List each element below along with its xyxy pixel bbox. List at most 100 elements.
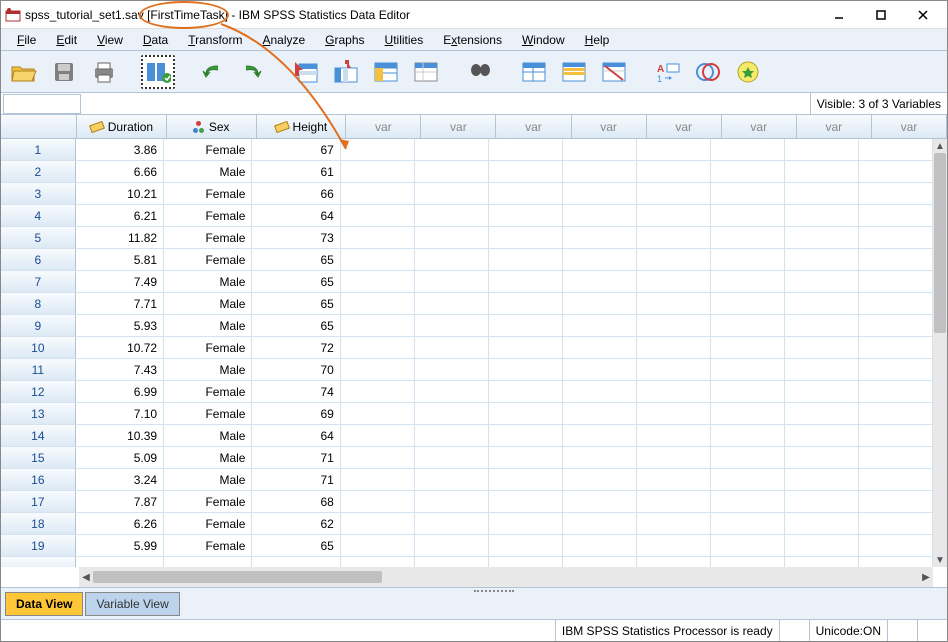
empty-cell[interactable] xyxy=(859,315,933,336)
empty-cell[interactable] xyxy=(785,513,859,534)
header-corner[interactable] xyxy=(1,115,77,138)
horizontal-scroll-thumb[interactable] xyxy=(93,571,382,583)
data-cell[interactable]: Female xyxy=(164,535,252,556)
empty-cell[interactable] xyxy=(563,315,637,336)
undo-button[interactable] xyxy=(195,55,229,89)
empty-cell[interactable] xyxy=(563,359,637,380)
empty-cell[interactable] xyxy=(785,469,859,490)
data-cell[interactable]: Female xyxy=(164,403,252,424)
empty-cell[interactable] xyxy=(785,205,859,226)
data-cell[interactable]: 7.10 xyxy=(76,403,164,424)
data-cell[interactable]: 65 xyxy=(252,315,340,336)
empty-cell[interactable] xyxy=(563,271,637,292)
data-cell[interactable]: Female xyxy=(164,205,252,226)
weight-cases-button[interactable] xyxy=(557,55,591,89)
empty-cell[interactable] xyxy=(785,249,859,270)
empty-cell[interactable] xyxy=(637,491,711,512)
data-cell[interactable]: 73 xyxy=(252,227,340,248)
print-button[interactable] xyxy=(87,55,121,89)
empty-cell[interactable] xyxy=(415,535,489,556)
data-cell[interactable]: 5.99 xyxy=(76,535,164,556)
data-cell[interactable]: 70 xyxy=(252,359,340,380)
empty-cell[interactable] xyxy=(711,469,785,490)
empty-cell[interactable] xyxy=(489,227,563,248)
row-header[interactable]: 14 xyxy=(1,425,76,446)
empty-cell[interactable] xyxy=(341,359,415,380)
data-cell[interactable]: Male xyxy=(164,293,252,314)
empty-cell[interactable] xyxy=(785,535,859,556)
data-cell[interactable]: 65 xyxy=(252,249,340,270)
empty-cell[interactable] xyxy=(637,403,711,424)
empty-cell[interactable] xyxy=(341,403,415,424)
empty-cell[interactable] xyxy=(489,293,563,314)
empty-cell[interactable] xyxy=(785,381,859,402)
empty-cell[interactable] xyxy=(711,513,785,534)
empty-cell[interactable] xyxy=(563,227,637,248)
empty-cell[interactable] xyxy=(785,403,859,424)
empty-cell[interactable] xyxy=(859,161,933,182)
empty-cell[interactable] xyxy=(563,535,637,556)
empty-cell[interactable] xyxy=(785,161,859,182)
row-header[interactable]: 17 xyxy=(1,491,76,512)
empty-cell[interactable] xyxy=(711,359,785,380)
empty-cell[interactable] xyxy=(563,513,637,534)
empty-cell[interactable] xyxy=(785,491,859,512)
column-header-empty[interactable]: var xyxy=(797,115,872,138)
data-cell[interactable]: 65 xyxy=(252,293,340,314)
empty-cell[interactable] xyxy=(341,535,415,556)
data-cell[interactable]: 71 xyxy=(252,447,340,468)
empty-cell[interactable] xyxy=(711,403,785,424)
data-cell[interactable]: 5.09 xyxy=(76,447,164,468)
empty-cell[interactable] xyxy=(859,271,933,292)
empty-cell[interactable] xyxy=(785,315,859,336)
empty-cell[interactable] xyxy=(341,271,415,292)
empty-cell[interactable] xyxy=(489,425,563,446)
empty-cell[interactable] xyxy=(859,425,933,446)
empty-cell[interactable] xyxy=(341,381,415,402)
data-cell[interactable]: 72 xyxy=(252,337,340,358)
empty-cell[interactable] xyxy=(252,557,340,567)
empty-cell[interactable] xyxy=(341,293,415,314)
empty-cell[interactable] xyxy=(711,447,785,468)
empty-cell[interactable] xyxy=(711,205,785,226)
empty-cell[interactable] xyxy=(637,469,711,490)
empty-cell[interactable] xyxy=(711,491,785,512)
empty-cell[interactable] xyxy=(637,227,711,248)
empty-cell[interactable] xyxy=(859,249,933,270)
empty-cell[interactable] xyxy=(415,315,489,336)
empty-cell[interactable] xyxy=(785,227,859,248)
empty-cell[interactable] xyxy=(637,249,711,270)
empty-cell[interactable] xyxy=(711,139,785,160)
data-cell[interactable]: 10.21 xyxy=(76,183,164,204)
empty-cell[interactable] xyxy=(563,557,637,567)
empty-cell[interactable] xyxy=(785,293,859,314)
column-header-sex[interactable]: Sex xyxy=(167,115,257,138)
row-header[interactable]: 15 xyxy=(1,447,76,468)
data-cell[interactable]: 6.66 xyxy=(76,161,164,182)
recall-dialog-button[interactable] xyxy=(141,55,175,89)
empty-cell[interactable] xyxy=(415,557,489,567)
empty-cell[interactable] xyxy=(489,315,563,336)
empty-cell[interactable] xyxy=(637,337,711,358)
empty-cell[interactable] xyxy=(859,491,933,512)
data-cell[interactable]: 62 xyxy=(252,513,340,534)
menu-transform[interactable]: Transform xyxy=(180,31,250,49)
empty-cell[interactable] xyxy=(637,161,711,182)
empty-cell[interactable] xyxy=(489,513,563,534)
row-header[interactable]: 1 xyxy=(1,139,76,160)
empty-cell[interactable] xyxy=(711,381,785,402)
empty-cell[interactable] xyxy=(711,271,785,292)
row-header[interactable]: 10 xyxy=(1,337,76,358)
goto-cell-box[interactable] xyxy=(3,94,81,114)
split-file-button[interactable] xyxy=(517,55,551,89)
data-cell[interactable]: 11.82 xyxy=(76,227,164,248)
scroll-left-arrow[interactable]: ◀ xyxy=(79,570,93,584)
data-cell[interactable]: 64 xyxy=(252,425,340,446)
close-button[interactable] xyxy=(903,3,943,27)
empty-cell[interactable] xyxy=(341,491,415,512)
empty-cell[interactable] xyxy=(637,205,711,226)
minimize-button[interactable] xyxy=(819,3,859,27)
data-view-tab[interactable]: Data View xyxy=(5,592,83,616)
customize-toolbar-button[interactable] xyxy=(731,55,765,89)
empty-cell[interactable] xyxy=(415,293,489,314)
